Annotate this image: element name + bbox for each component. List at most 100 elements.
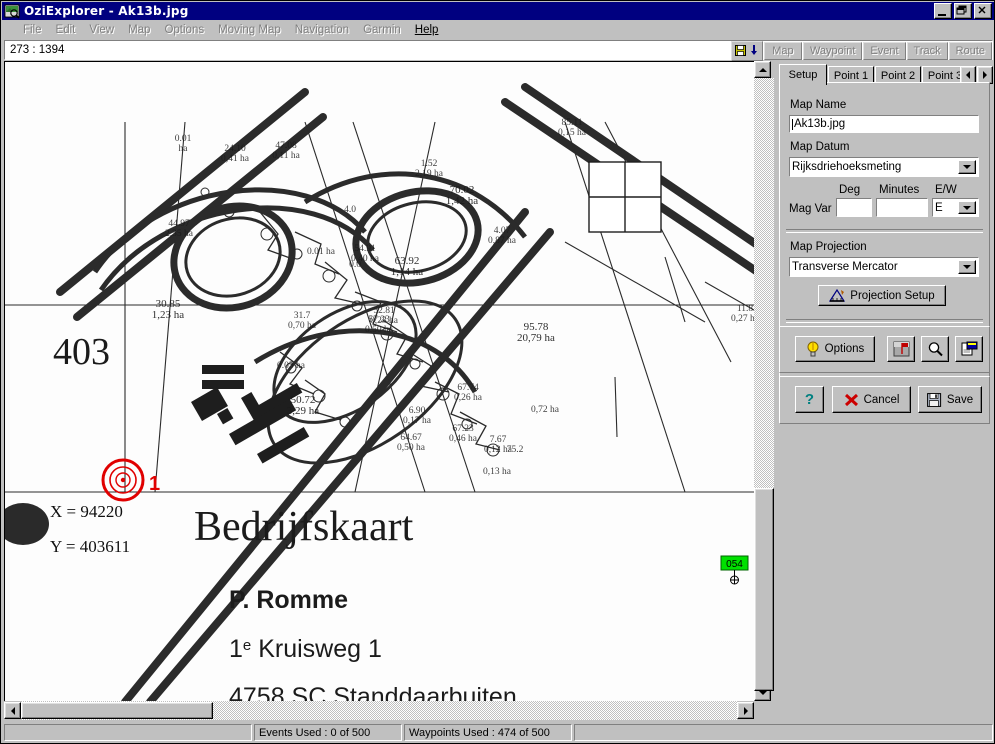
svg-text:0.05 ha: 0.05 ha <box>277 361 306 371</box>
menu-moving-map[interactable]: Moving Map <box>211 23 288 37</box>
map-doc-line-1: P. Romme <box>229 586 348 614</box>
save-map-tool-button[interactable] <box>730 41 763 61</box>
svg-text:0,17 ha: 0,17 ha <box>403 416 432 426</box>
options-button[interactable]: Options <box>795 336 875 362</box>
calibration-x-readout: X = 94220 <box>50 502 123 521</box>
menu-options[interactable]: Options <box>157 23 211 37</box>
panel-divider-2 <box>786 319 983 323</box>
tab-point-2-label: Point 2 <box>880 69 916 82</box>
menu-edit[interactable]: Edit <box>49 23 83 37</box>
restore-button[interactable] <box>954 3 972 19</box>
menu-file[interactable]: File <box>16 23 49 37</box>
chevron-down-icon[interactable] <box>958 160 976 174</box>
hscroll-right-button[interactable] <box>737 702 754 719</box>
chevron-down-icon[interactable] <box>958 260 976 274</box>
menu-help[interactable]: Help <box>408 23 446 37</box>
svg-text:1,14 ha: 1,14 ha <box>391 266 424 278</box>
svg-text:0,41 ha: 0,41 ha <box>221 154 250 164</box>
svg-text:31.7: 31.7 <box>294 311 311 321</box>
cancel-label: Cancel <box>863 393 900 406</box>
map-name-label: Map Name <box>790 99 847 111</box>
vscroll-thumb[interactable] <box>754 488 774 691</box>
map-name-value: Ak13b.jpg <box>794 118 846 130</box>
map-name-input[interactable]: Ak13b.jpg <box>789 115 979 133</box>
mag-var-minutes-input[interactable] <box>876 198 928 217</box>
window-controls <box>934 3 992 19</box>
map-vertical-scrollbar[interactable] <box>754 61 774 701</box>
svg-text:54.91: 54.91 <box>354 244 376 254</box>
toolbar-event-button[interactable]: Event <box>863 42 906 60</box>
svg-text:1,42 ha: 1,42 ha <box>446 195 479 207</box>
magnifier-icon <box>928 342 943 357</box>
close-button[interactable] <box>974 3 992 19</box>
cancel-button[interactable]: Cancel <box>832 386 911 413</box>
svg-text:2,35 ha: 2,35 ha <box>165 229 194 239</box>
tab-point-3-label: Point 3 <box>927 69 963 82</box>
mag-var-ew-select[interactable]: E <box>932 198 979 217</box>
mag-var-deg-label: Deg <box>839 184 861 196</box>
chevron-down-icon[interactable] <box>958 201 976 214</box>
save-disk-icon <box>735 45 747 56</box>
toolbar-track-button[interactable]: Track <box>906 42 948 60</box>
cursor-position-readout: 273 : 1394 <box>10 44 65 56</box>
help-label: ? <box>804 391 815 408</box>
scanned-cadastral-map: 30.851,23 ha 50.723,29 ha 63.921,14 ha 9… <box>5 62 755 702</box>
svg-text:0,27 ha: 0,27 ha <box>731 314 755 324</box>
svg-text:0,15 ha: 0,15 ha <box>558 128 587 138</box>
chevron-right-icon <box>743 706 748 715</box>
save-button[interactable]: Save <box>918 386 982 413</box>
svg-text:0,72 ha: 0,72 ha <box>531 405 560 415</box>
zoom-tool-button[interactable] <box>921 336 949 362</box>
map-datum-value: Rijksdriehoeksmeting <box>792 161 902 173</box>
status-cell-1 <box>4 724 252 741</box>
projection-setup-button[interactable]: Projection Setup <box>818 285 946 306</box>
mag-var-deg-input[interactable] <box>836 198 872 217</box>
tab-setup[interactable]: Setup <box>779 64 827 85</box>
svg-text:0.0: 0.0 <box>349 260 361 270</box>
status-waypoints-used: Waypoints Used : 474 of 500 <box>404 724 572 741</box>
chevron-up-icon <box>758 67 767 72</box>
map-toolbar: Map Waypoint Event Track Route <box>730 41 992 61</box>
toolbar-route-button[interactable]: Route <box>948 42 992 60</box>
svg-text:2,19 ha: 2,19 ha <box>415 169 444 179</box>
mag-var-ew-value: E <box>935 201 943 214</box>
menu-map[interactable]: Map <box>121 23 157 37</box>
statusbar: Events Used : 0 of 500 Waypoints Used : … <box>2 722 994 743</box>
svg-text:6.90: 6.90 <box>409 406 426 416</box>
menu-navigation[interactable]: Navigation <box>288 23 356 37</box>
menu-garmin[interactable]: Garmin <box>356 23 408 37</box>
svg-text:3,29 ha: 3,29 ha <box>287 405 320 417</box>
vscroll-up-button[interactable] <box>754 61 771 78</box>
hscroll-left-button[interactable] <box>4 702 21 719</box>
map-projection-label: Map Projection <box>790 241 867 253</box>
map-datum-select[interactable]: Rijksdriehoeksmeting <box>789 157 979 177</box>
svg-text:75.2: 75.2 <box>507 445 524 455</box>
svg-text:ha: ha <box>179 144 189 154</box>
map-projection-select[interactable]: Transverse Mercator <box>789 257 979 277</box>
text-caret <box>792 118 793 130</box>
toolbar-map-button[interactable]: Map <box>763 42 802 60</box>
menu-view[interactable]: View <box>82 23 121 37</box>
help-button[interactable]: ? <box>795 386 824 413</box>
tab-setup-label: Setup <box>788 69 818 81</box>
calibration-y-readout: Y = 403611 <box>50 537 130 556</box>
options-label: Options <box>824 343 865 355</box>
map-legend-grid <box>588 161 662 233</box>
map-doc-line-2: 1e Kruisweg 1 <box>229 635 382 663</box>
map-doc-line-3: 4758 SC Standdaarbuiten <box>229 683 517 702</box>
file-export-tool-button[interactable] <box>955 336 983 362</box>
svg-text:0,70 ha: 0,70 ha <box>288 321 317 331</box>
toolbar-waypoint-button[interactable]: Waypoint <box>802 42 863 60</box>
svg-text:67.23: 67.23 <box>452 424 474 434</box>
svg-text:47.08: 47.08 <box>275 141 297 151</box>
minimize-button[interactable] <box>934 3 952 19</box>
menu-help-label: Help <box>414 23 439 36</box>
map-horizontal-scrollbar[interactable] <box>4 701 754 720</box>
map-canvas[interactable]: 30.85 1,23 ha 50.72 3,29 ha 63.92 1,14 ha 9… <box>4 61 755 702</box>
map-grid-tool-button[interactable] <box>887 336 915 362</box>
hscroll-thumb[interactable] <box>21 702 213 719</box>
oziexplorer-window: OziExplorer - Ak13b.jpg File Edit View M… <box>0 0 995 744</box>
actions-group: ? Cancel Save <box>779 376 990 424</box>
status-events-used: Events Used : 0 of 500 <box>254 724 402 741</box>
map-grid-icon <box>893 341 909 357</box>
